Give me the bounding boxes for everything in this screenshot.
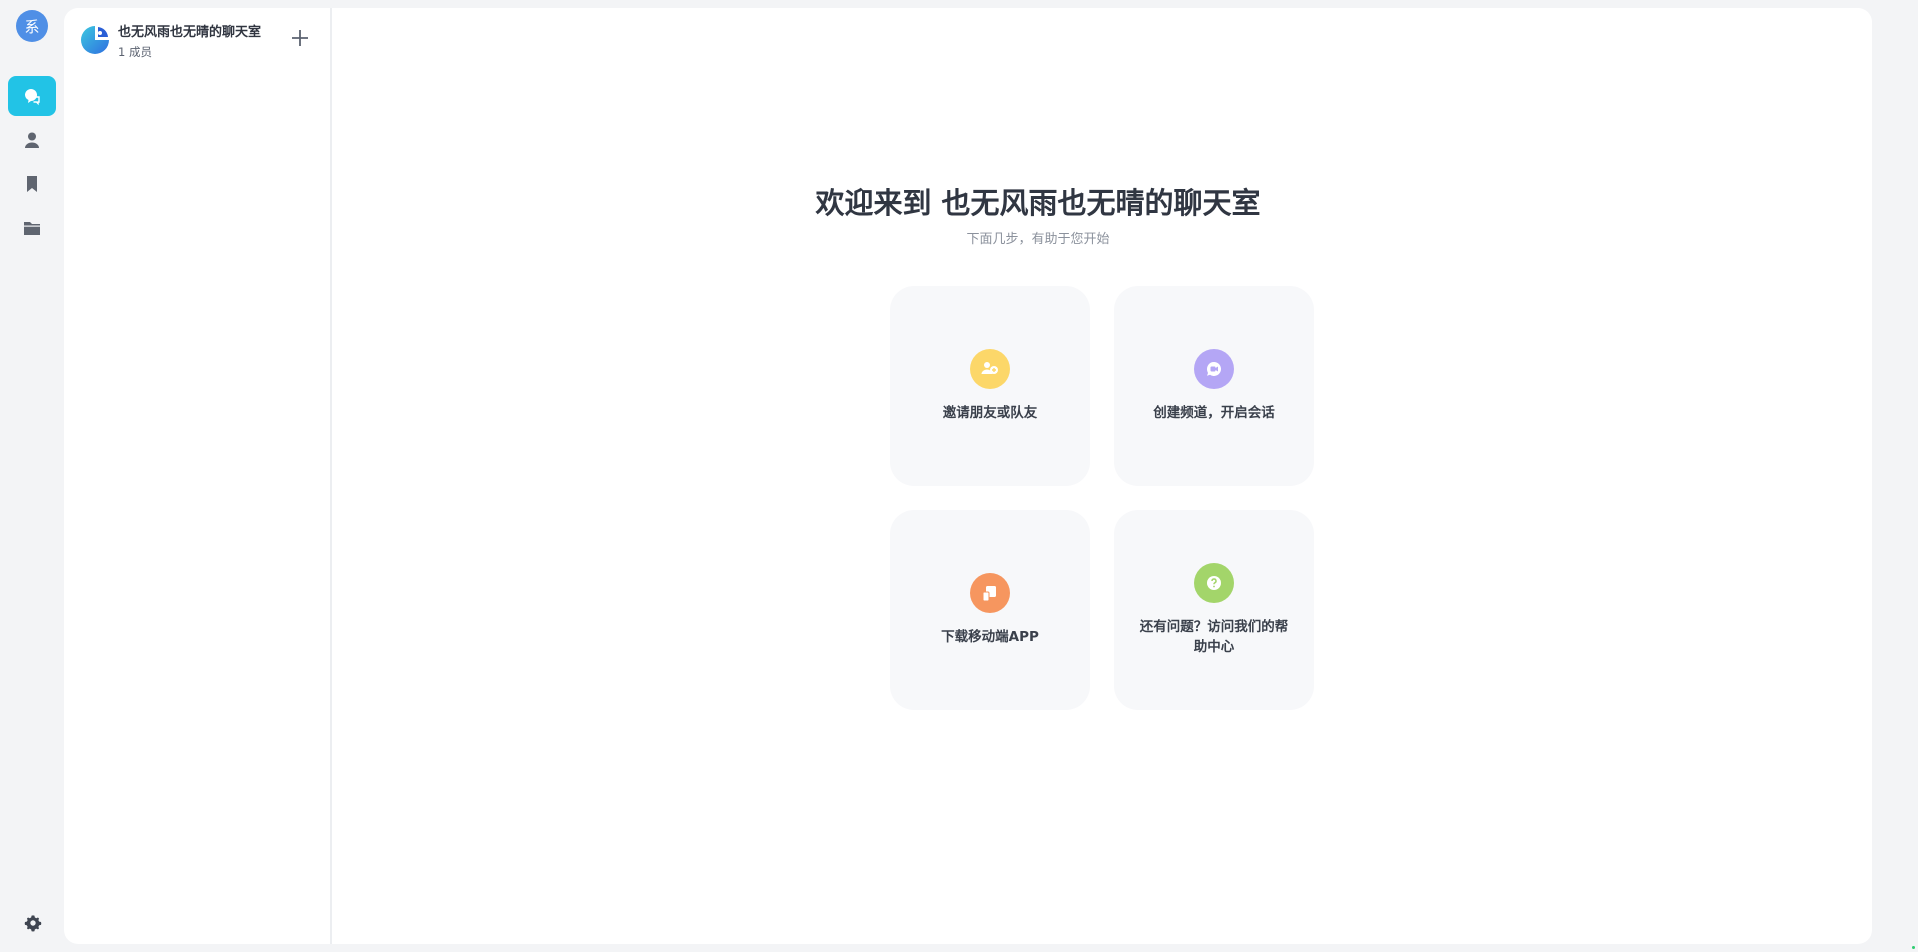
bookmark-icon (27, 176, 37, 192)
user-avatar[interactable]: 系 (16, 10, 48, 42)
create-channel-tile[interactable]: 创建频道，开启会话 (1114, 286, 1314, 486)
status-dot (1912, 946, 1915, 949)
gear-icon (24, 915, 42, 932)
invite-users-icon (970, 349, 1010, 389)
settings-button[interactable] (22, 912, 44, 934)
help-center-tile[interactable]: 还有问题？访问我们的帮助中心 (1114, 510, 1314, 710)
folder-icon (24, 222, 40, 235)
left-rail: 系 (0, 0, 64, 952)
group-name: 也无风雨也无晴的聊天室 (118, 24, 262, 40)
download-app-tile-label: 下载移动端APP (941, 629, 1039, 645)
nav-chat[interactable] (8, 76, 56, 116)
group-logo-icon (81, 26, 109, 54)
help-icon (1194, 563, 1234, 603)
mobile-app-icon (970, 573, 1010, 613)
help-center-tile-label: 还有问题？访问我们的帮助中心 (1139, 619, 1289, 655)
plus-icon (292, 30, 308, 46)
create-channel-tile-label: 创建频道，开启会话 (1153, 405, 1275, 421)
nav-files[interactable] (8, 208, 56, 248)
download-app-tile[interactable]: 下载移动端APP (890, 510, 1090, 710)
member-count: 1 成员 (118, 44, 152, 59)
video-chat-icon (1194, 349, 1234, 389)
nav-favorites[interactable] (8, 164, 56, 204)
invite-tile-label: 邀请朋友或队友 (942, 405, 1038, 421)
welcome-subtitle: 下面几步，有助于您开始 (966, 232, 1110, 247)
channel-panel: 也无风雨也无晴的聊天室 1 成员 (64, 8, 332, 944)
chat-bubble-icon (25, 89, 40, 106)
welcome-title: 欢迎来到 也无风雨也无晴的聊天室 (815, 186, 1261, 220)
invite-tile[interactable]: 邀请朋友或队友 (890, 286, 1090, 486)
user-icon (25, 132, 39, 148)
add-channel-button[interactable] (288, 26, 312, 50)
nav-contacts[interactable] (8, 120, 56, 160)
group-header[interactable]: 也无风雨也无晴的聊天室 1 成员 (80, 18, 320, 62)
